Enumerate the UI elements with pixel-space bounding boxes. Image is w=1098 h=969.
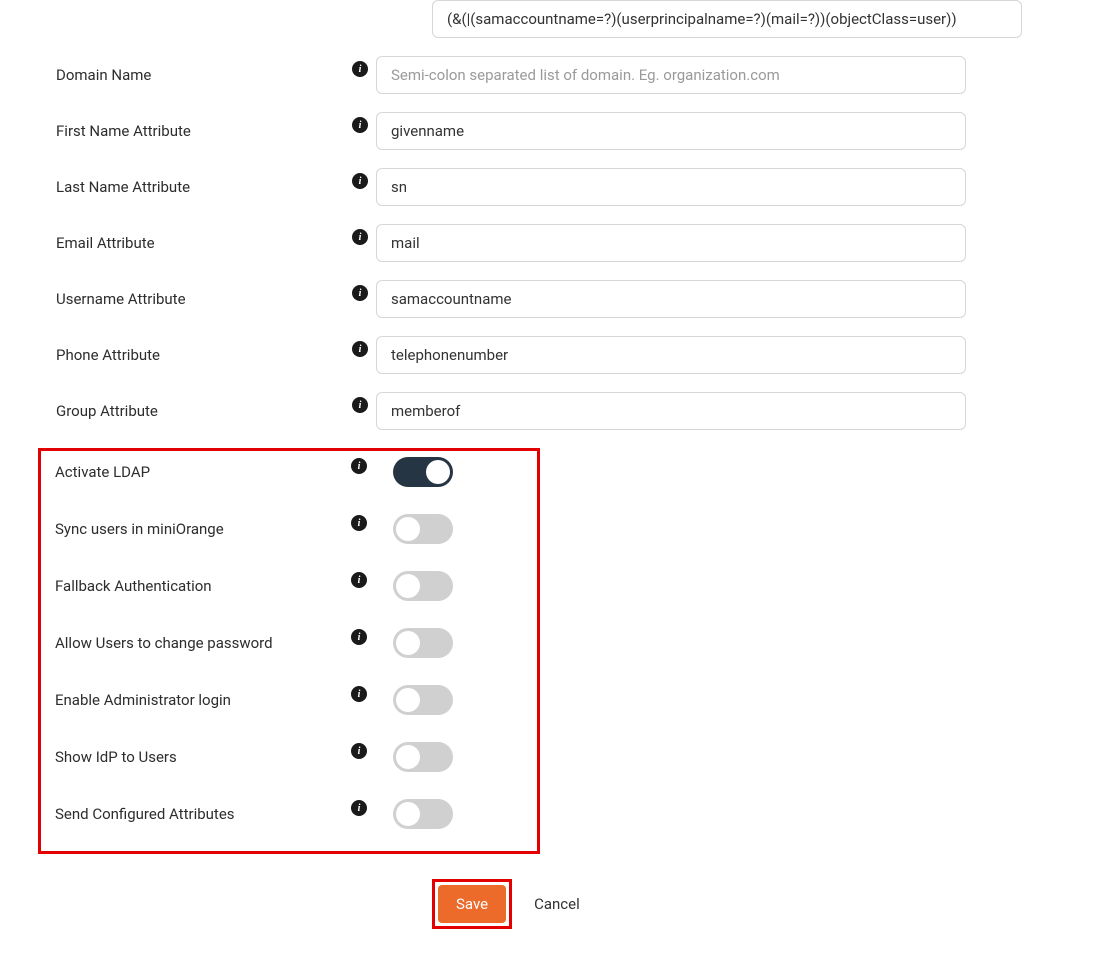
allow-change-pw-label: Allow Users to change password: [55, 634, 273, 652]
toggle-knob: [396, 802, 420, 826]
save-highlight: Save: [432, 879, 512, 929]
email-attr-row: Email Attribute: [56, 224, 1058, 262]
info-icon[interactable]: [351, 800, 367, 816]
info-icon[interactable]: [351, 572, 367, 588]
info-icon[interactable]: [351, 629, 367, 645]
toggle-knob: [426, 460, 450, 484]
toggle-knob: [396, 517, 420, 541]
username-attr-row: Username Attribute: [56, 280, 1058, 318]
first-name-attr-row: First Name Attribute: [56, 112, 1058, 150]
first-name-attr-input[interactable]: [376, 112, 966, 150]
email-attr-label: Email Attribute: [56, 234, 155, 252]
show-idp-label: Show IdP to Users: [55, 748, 177, 766]
info-icon[interactable]: [352, 341, 368, 357]
toggle-knob: [396, 745, 420, 769]
info-icon[interactable]: [351, 743, 367, 759]
email-attr-input[interactable]: [376, 224, 966, 262]
show-idp-row: Show IdP to Users: [55, 738, 523, 776]
last-name-attr-label: Last Name Attribute: [56, 178, 190, 196]
sync-users-label: Sync users in miniOrange: [55, 520, 224, 538]
last-name-attr-input[interactable]: [376, 168, 966, 206]
cancel-button[interactable]: Cancel: [534, 895, 580, 913]
info-icon[interactable]: [352, 61, 368, 77]
username-attr-input[interactable]: [376, 280, 966, 318]
info-icon[interactable]: [352, 173, 368, 189]
sync-users-toggle[interactable]: [393, 514, 453, 544]
filter-row: [56, 0, 1058, 38]
enable-admin-login-row: Enable Administrator login: [55, 681, 523, 719]
filter-input[interactable]: [432, 0, 1022, 38]
footer-actions: Save Cancel: [56, 879, 1058, 929]
username-attr-label: Username Attribute: [56, 290, 186, 308]
phone-attr-input[interactable]: [376, 336, 966, 374]
phone-attr-label: Phone Attribute: [56, 346, 160, 364]
toggle-knob: [396, 574, 420, 598]
enable-admin-login-toggle[interactable]: [393, 685, 453, 715]
domain-name-label: Domain Name: [56, 66, 151, 84]
info-icon[interactable]: [351, 458, 367, 474]
domain-name-input[interactable]: [376, 56, 966, 94]
ldap-config-form: Domain Name First Name Attribute Last Na…: [0, 0, 1098, 969]
info-icon[interactable]: [352, 285, 368, 301]
fallback-auth-toggle[interactable]: [393, 571, 453, 601]
info-icon[interactable]: [351, 515, 367, 531]
fallback-auth-label: Fallback Authentication: [55, 577, 212, 595]
domain-name-row: Domain Name: [56, 56, 1058, 94]
toggle-knob: [396, 688, 420, 712]
allow-change-pw-toggle[interactable]: [393, 628, 453, 658]
toggle-highlight-box: Activate LDAP Sync users in miniOrange: [38, 448, 540, 854]
last-name-attr-row: Last Name Attribute: [56, 168, 1058, 206]
send-conf-attrs-toggle[interactable]: [393, 799, 453, 829]
activate-ldap-row: Activate LDAP: [55, 453, 523, 491]
send-conf-attrs-label: Send Configured Attributes: [55, 805, 235, 823]
activate-ldap-toggle[interactable]: [393, 457, 453, 487]
enable-admin-login-label: Enable Administrator login: [55, 691, 231, 709]
save-button[interactable]: Save: [438, 885, 506, 923]
allow-change-pw-row: Allow Users to change password: [55, 624, 523, 662]
phone-attr-row: Phone Attribute: [56, 336, 1058, 374]
info-icon[interactable]: [351, 686, 367, 702]
activate-ldap-label: Activate LDAP: [55, 463, 150, 481]
fallback-auth-row: Fallback Authentication: [55, 567, 523, 605]
show-idp-toggle[interactable]: [393, 742, 453, 772]
toggle-knob: [396, 631, 420, 655]
send-conf-attrs-row: Send Configured Attributes: [55, 795, 523, 833]
first-name-attr-label: First Name Attribute: [56, 122, 191, 140]
sync-users-row: Sync users in miniOrange: [55, 510, 523, 548]
group-attr-input[interactable]: [376, 392, 966, 430]
info-icon[interactable]: [352, 397, 368, 413]
info-icon[interactable]: [352, 117, 368, 133]
group-attr-label: Group Attribute: [56, 402, 158, 420]
info-icon[interactable]: [352, 229, 368, 245]
group-attr-row: Group Attribute: [56, 392, 1058, 430]
